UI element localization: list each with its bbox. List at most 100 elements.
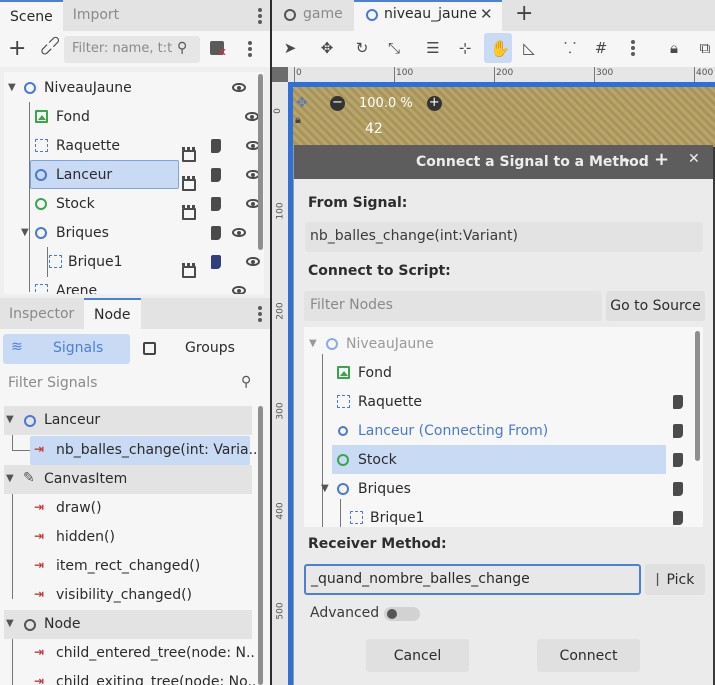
body-icon [49, 255, 62, 268]
tree-item-raquette[interactable]: Raquette [4, 131, 262, 162]
scene-toolbar-menu-icon[interactable] [248, 41, 252, 57]
signal-label: draw() [56, 500, 102, 516]
tree-item-arene[interactable]: Arene [4, 276, 262, 294]
add-tab-icon[interactable]: + [515, 1, 533, 26]
select-tool-icon[interactable]: ➤ [281, 39, 299, 57]
close-icon[interactable]: ✕ [688, 151, 700, 167]
pick-button[interactable]: ǀ Pick [645, 564, 705, 595]
script-icon[interactable] [211, 254, 221, 269]
dock-tabbar: Inspector Node [0, 298, 270, 329]
signal-label: child_exiting_tree(node: No... [56, 674, 256, 685]
tree-item-fond[interactable]: Fond [4, 102, 262, 131]
tree-item-briques[interactable]: ▼ Briques [4, 218, 262, 247]
lock-icon[interactable]: 🔒︎ [665, 39, 683, 57]
dlg-tree-stock[interactable]: Stock [304, 445, 703, 474]
ruler-tool-icon[interactable]: ◺ [520, 39, 538, 57]
dlg-tree-brique1[interactable]: Brique1 [304, 503, 703, 527]
chevron-down-icon[interactable]: ▼ [21, 227, 29, 238]
scale-tool-icon[interactable]: ⤡ [385, 39, 403, 57]
signals-scrollbar[interactable] [258, 406, 263, 685]
signal-group-node[interactable]: ▼ Node [4, 610, 252, 639]
dlg-tree-lanceur[interactable]: Lanceur (Connecting From) [304, 416, 703, 445]
script-icon[interactable] [211, 196, 221, 211]
tree-item-niveaujaune[interactable]: ▼ NiveauJaune [4, 73, 262, 102]
chevron-down-icon[interactable]: ▼ [321, 483, 329, 494]
tab-inspector[interactable]: Inspector [0, 298, 83, 329]
groups-subtab[interactable]: Groups [135, 334, 265, 364]
signal-item-nb-balles-change[interactable]: ⇥ nb_balles_change(int: Varia... [30, 436, 256, 465]
tab-game[interactable]: game [272, 0, 352, 31]
script-filter-icon[interactable]: ✕ [210, 41, 227, 59]
group-icon[interactable]: ⧉ [696, 39, 714, 57]
visibility-eye-icon[interactable] [245, 112, 259, 121]
tab-node[interactable]: Node [84, 298, 141, 329]
ruler-tick: 300 [596, 68, 614, 78]
maximize-icon[interactable]: + [654, 149, 669, 170]
snap-menu-icon[interactable] [631, 40, 635, 56]
zoom-in-button[interactable]: + [426, 95, 442, 111]
signal-item-visibility-changed[interactable]: ⇥ visibility_changed() [12, 581, 256, 610]
script-icon[interactable] [211, 225, 221, 240]
chevron-down-icon: ▼ [6, 414, 14, 425]
advanced-toggle[interactable] [384, 607, 420, 621]
signal-group-canvasitem[interactable]: ▼ ✎ CanvasItem [4, 465, 252, 494]
rotate-tool-icon[interactable]: ↻ [353, 39, 371, 57]
script-icon[interactable] [211, 138, 221, 153]
smart-snap-icon[interactable]: ⸪ [561, 39, 579, 57]
filter-nodes-input[interactable]: Filter Nodes [304, 291, 602, 321]
scene-scrollbar[interactable] [258, 74, 263, 250]
advanced-label: Advanced [310, 605, 380, 621]
signal-icon: ⇥ [34, 500, 45, 514]
signal-item-item-rect-changed[interactable]: ⇥ item_rect_changed() [12, 552, 256, 581]
script-icon[interactable] [211, 167, 221, 182]
close-icon[interactable]: ✕ [480, 5, 493, 23]
receiver-method-input[interactable]: _quand_nombre_balles_change [304, 564, 641, 595]
signal-item-draw[interactable]: ⇥ draw() [12, 494, 256, 523]
pivot-tool-icon[interactable]: ⊹ [456, 39, 474, 57]
visibility-eye-icon[interactable] [232, 286, 246, 294]
zoom-out-button[interactable]: − [330, 95, 345, 111]
dock-menu-icon[interactable] [258, 306, 262, 322]
filter-signals-input[interactable]: Filter Signals ⚲ [0, 370, 265, 398]
signal-item-child-entered-tree[interactable]: ⇥ child_entered_tree(node: N... [12, 639, 256, 668]
signal-item-child-exiting-tree[interactable]: ⇥ child_exiting_tree(node: No... [12, 668, 256, 685]
visibility-eye-icon[interactable] [232, 228, 246, 237]
add-node-icon[interactable]: + [8, 38, 26, 60]
dlg-tree-fond[interactable]: Fond [304, 358, 703, 387]
tree-item-lanceur[interactable]: Lanceur [4, 160, 262, 191]
visibility-eye-icon[interactable] [232, 83, 246, 92]
signal-group-lanceur[interactable]: ▼ Lanceur [4, 406, 252, 435]
scene-menu-icon[interactable] [258, 8, 262, 24]
move-tool-icon[interactable]: ✥ [318, 39, 336, 57]
node2d-icon [35, 168, 47, 181]
dlg-tree-raquette[interactable]: Raquette [304, 387, 703, 416]
dlg-tree-briques[interactable]: ▼ Briques [304, 474, 703, 503]
script-icon [673, 394, 683, 409]
ruler-tick: 300 [275, 402, 286, 420]
node-green-icon [337, 453, 349, 466]
connect-button[interactable]: Connect [537, 639, 640, 672]
signals-subtab[interactable]: ≋ Signals [3, 334, 130, 364]
tree-item-stock[interactable]: Stock [4, 189, 262, 220]
zoom-level[interactable]: 100.0 % [359, 96, 413, 111]
tab-scene[interactable]: Scene [0, 0, 63, 31]
tab-niveau-jaune[interactable]: niveau_jaune ✕ [354, 0, 502, 31]
list-select-icon[interactable]: ☰ [424, 39, 442, 57]
signal-item-hidden[interactable]: ⇥ hidden() [12, 523, 256, 552]
dialog-title: Connect a Signal to a Method [416, 154, 649, 170]
scene-filter-placeholder: Filter: name, t:t [72, 41, 173, 56]
signal-label: child_entered_tree(node: N... [56, 645, 256, 661]
minimize-icon[interactable]: – [622, 150, 630, 169]
chevron-down-icon[interactable]: ▼ [8, 82, 16, 93]
dialog-tree-scrollbar[interactable] [695, 331, 700, 461]
grid-snap-icon[interactable]: # [592, 39, 610, 57]
pan-tool-button[interactable]: ✋ [484, 33, 512, 63]
visibility-eye-icon[interactable] [246, 257, 260, 266]
signal-label: hidden() [56, 529, 115, 545]
tab-import[interactable]: Import [63, 0, 129, 31]
cancel-button[interactable]: Cancel [366, 639, 469, 672]
go-to-source-button[interactable]: Go to Source [606, 291, 705, 321]
tree-item-brique1[interactable]: Brique1 [4, 247, 262, 278]
tree-item-label: Arene [56, 282, 98, 295]
scene-filter-input[interactable]: Filter: name, t:t ⚲ [64, 36, 200, 63]
